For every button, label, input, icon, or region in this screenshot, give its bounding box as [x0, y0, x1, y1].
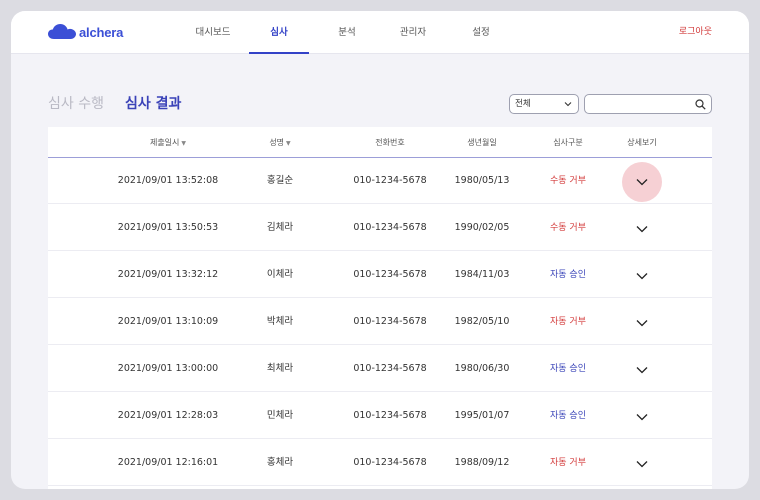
- filter-select[interactable]: 전체: [509, 94, 579, 114]
- column-header-phone: 전화번호: [375, 138, 405, 147]
- table-row[interactable]: 2021/09/01 13:10:09 박체라 010-1234-5678 1982/…: [48, 299, 712, 345]
- search-input[interactable]: [590, 97, 690, 111]
- tab-review-results[interactable]: 심사 결과: [125, 93, 181, 113]
- chevron-down-icon: [636, 320, 648, 327]
- table-row[interactable]: 2021/09/01 13:50:53 김체라 010-1234-5678 1990/…: [48, 205, 712, 251]
- table-header: 제출일시 ▼ 성명 ▼ 전화번호 생년월일 심사구분 상세보기: [48, 127, 712, 158]
- column-header-review-type: 심사구분: [553, 138, 583, 147]
- cell-phone: 010-1234-5678: [353, 457, 427, 468]
- nav-item-settings[interactable]: 설정: [461, 11, 501, 54]
- cell-name: 김체라: [266, 222, 294, 233]
- cell-review-status: 자동 거부: [550, 317, 586, 327]
- cell-birth: 1984/11/03: [454, 269, 510, 280]
- nav-item-dashboard[interactable]: 대시보드: [188, 11, 238, 54]
- cell-name: 이체라: [266, 269, 294, 280]
- chevron-down-icon: [636, 179, 648, 186]
- nav-item-admin[interactable]: 관리자: [391, 11, 435, 54]
- detail-toggle-button[interactable]: [622, 303, 662, 343]
- search-box: [584, 94, 712, 114]
- app-screen: alchera 대시보드 심사 분석 관리자 설정 로그아웃 심사 수행 심사 …: [11, 11, 749, 489]
- table-row[interactable]: 2021/09/01 13:00:00 최체라 010-1234-5678 1980/…: [48, 346, 712, 392]
- device-frame: alchera 대시보드 심사 분석 관리자 설정 로그아웃 심사 수행 심사 …: [0, 0, 760, 500]
- cell-submitted: 2021/09/01 12:28:03: [117, 410, 219, 421]
- chevron-down-icon: [636, 367, 648, 374]
- cell-submitted: 2021/09/01 13:50:53: [117, 222, 219, 233]
- cell-review-status: 자동 거부: [550, 458, 586, 468]
- table-row[interactable]: 2021/09/01 12:28:03 민체라 010-1234-5678 1995/…: [48, 393, 712, 439]
- chevron-down-icon: [636, 226, 648, 233]
- nav-item-review[interactable]: 심사: [249, 11, 309, 54]
- detail-toggle-button[interactable]: [622, 444, 662, 484]
- cell-review-status: 수동 거부: [550, 223, 586, 233]
- cell-review-status: 자동 승인: [550, 411, 586, 421]
- search-icon[interactable]: [695, 99, 706, 110]
- cell-name: 홍체라: [266, 457, 294, 468]
- chevron-down-icon: [636, 414, 648, 421]
- cell-submitted: 2021/09/01 13:32:12: [117, 269, 219, 280]
- table-row[interactable]: 2021/09/01 12:16:01 홍체라 010-1234-5678 1988/…: [48, 440, 712, 486]
- brand-name: alchera: [79, 24, 124, 40]
- cloud-logo-icon: [48, 24, 76, 39]
- cell-birth: 1990/02/05: [454, 222, 510, 233]
- cell-birth: 1980/05/13: [454, 175, 510, 186]
- cell-name: 박체라: [266, 316, 294, 327]
- chevron-down-icon: [636, 273, 648, 280]
- sort-icon: ▼: [286, 140, 291, 147]
- results-table: 제출일시 ▼ 성명 ▼ 전화번호 생년월일 심사구분 상세보기 2021/09/01…: [48, 127, 712, 489]
- detail-toggle-button[interactable]: [622, 350, 662, 390]
- filter-select-value: 전체: [515, 99, 531, 109]
- cell-submitted: 2021/09/01 13:52:08: [117, 175, 219, 186]
- cell-review-status: 자동 승인: [550, 364, 586, 374]
- cell-name: 홍길순: [266, 175, 294, 186]
- cell-submitted: 2021/09/01 13:10:09: [117, 316, 219, 327]
- cell-submitted: 2021/09/01 13:00:00: [117, 363, 219, 374]
- cell-review-status: 자동 승인: [550, 270, 586, 280]
- column-header-submitted[interactable]: 제출일시 ▼: [150, 127, 186, 158]
- nav-item-analysis[interactable]: 분석: [327, 11, 367, 54]
- sort-icon: ▼: [181, 140, 187, 147]
- chevron-down-icon: [636, 461, 648, 468]
- table-row[interactable]: 2021/09/01 13:52:08 홍길순 010-1234-5678 1980/…: [48, 158, 712, 204]
- cell-phone: 010-1234-5678: [353, 175, 427, 186]
- detail-toggle-button[interactable]: [622, 209, 662, 249]
- detail-toggle-button[interactable]: [622, 162, 662, 202]
- cell-birth: 1995/01/07: [454, 410, 510, 421]
- cell-phone: 010-1234-5678: [353, 410, 427, 421]
- cell-review-status: 수동 거부: [550, 176, 586, 186]
- cell-birth: 1980/06/30: [454, 363, 510, 374]
- column-header-birth: 생년월일: [467, 138, 497, 147]
- chevron-down-icon: [564, 102, 572, 107]
- tab-review-perform[interactable]: 심사 수행: [48, 93, 104, 113]
- top-navigation-bar: alchera 대시보드 심사 분석 관리자 설정 로그아웃: [11, 11, 749, 54]
- column-header-label: 성명: [269, 138, 285, 147]
- brand-logo[interactable]: alchera: [48, 23, 123, 41]
- logout-link[interactable]: 로그아웃: [679, 11, 712, 54]
- column-header-detail: 상세보기: [627, 138, 657, 147]
- cell-name: 민체라: [266, 410, 294, 421]
- column-header-name[interactable]: 성명 ▼: [269, 127, 290, 158]
- detail-toggle-button[interactable]: [622, 256, 662, 296]
- cell-phone: 010-1234-5678: [353, 363, 427, 374]
- cell-name: 최체라: [266, 363, 294, 374]
- cell-phone: 010-1234-5678: [353, 316, 427, 327]
- cell-birth: 1988/09/12: [454, 457, 510, 468]
- cell-submitted: 2021/09/01 12:16:01: [117, 457, 219, 468]
- column-header-label: 제출일시: [149, 138, 180, 147]
- detail-toggle-button[interactable]: [622, 397, 662, 437]
- cell-phone: 010-1234-5678: [353, 222, 427, 233]
- cell-phone: 010-1234-5678: [353, 269, 427, 280]
- cell-birth: 1982/05/10: [454, 316, 510, 327]
- table-row[interactable]: 2021/09/01 13:32:12 이체라 010-1234-5678 1984/…: [48, 252, 712, 298]
